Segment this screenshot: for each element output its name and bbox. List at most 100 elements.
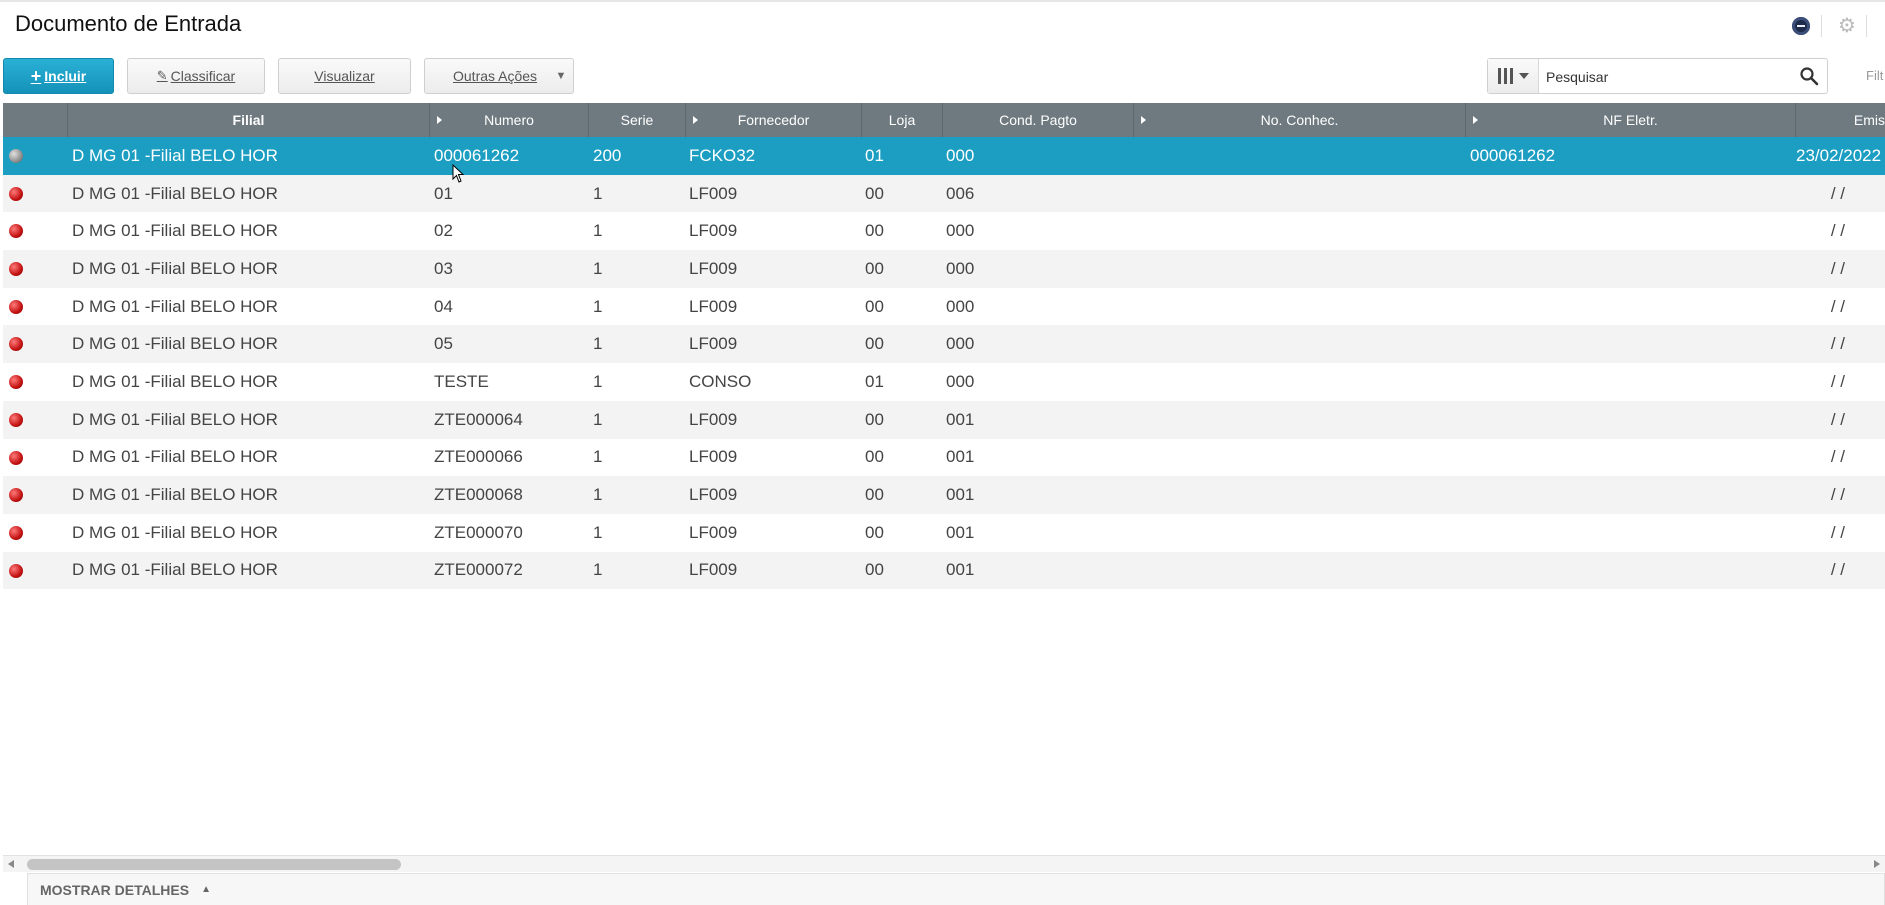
horizontal-scrollbar[interactable]: [3, 855, 1885, 872]
cell-nfe: [1470, 552, 1794, 590]
cell-conhec: [1138, 363, 1464, 401]
table-row[interactable]: D MG 01 -Filial BELO HOR 02 1 LF009 00 000/ /: [3, 212, 1885, 251]
table-row[interactable]: D MG 01 -Filial BELO HOR ZTE000068 1 LF009 0…: [3, 476, 1885, 514]
user-avatar-icon[interactable]: [1792, 17, 1810, 35]
status-legend-icon[interactable]: [9, 262, 23, 277]
columns-icon: [1497, 68, 1513, 84]
header-fornecedor[interactable]: Fornecedor: [686, 103, 862, 137]
cell-cond: 000: [946, 334, 975, 354]
expand-arrow-icon: [693, 116, 698, 124]
table-row[interactable]: D MG 01 -Filial BELO HOR 03 1 LF009 00 000/ /: [3, 250, 1885, 288]
table-row[interactable]: D MG 01 -Filial BELO HOR ZTE000070 1 LF009 0…: [3, 513, 1885, 552]
incluir-button[interactable]: + Incluir: [3, 58, 114, 94]
visualizar-button[interactable]: Visualizar: [278, 58, 411, 94]
cell-loja: 00: [865, 560, 884, 580]
header-cond-pagto[interactable]: Cond. Pagto: [943, 103, 1134, 137]
status-legend-icon[interactable]: [9, 412, 23, 427]
scroll-right-icon[interactable]: [1874, 860, 1880, 868]
cell-fornecedor: LF009: [689, 447, 738, 467]
cell-serie: 1: [593, 296, 603, 316]
cell-conhec: [1138, 288, 1464, 326]
cell-nfe: [1470, 476, 1794, 514]
search-icon[interactable]: [1799, 66, 1819, 86]
cell-numero: 03: [434, 258, 453, 278]
cell-filial: D MG 01 -Filial BELO HOR: [72, 145, 278, 165]
table-row[interactable]: D MG 01 -Filial BELO HOR 01 1 LF009 00 006/ /: [3, 174, 1885, 213]
cell-loja: 00: [865, 334, 884, 354]
cell-nfe: 000061262: [1470, 145, 1556, 165]
cell-filial: D MG 01 -Filial BELO HOR: [72, 296, 278, 316]
search-box: [1487, 58, 1828, 94]
show-details-toggle[interactable]: MOSTRAR DETALHES ▲: [27, 873, 1885, 905]
table-row[interactable]: D MG 01 -Filial BELO HOR 05 1 LF009 00 000/ /: [3, 325, 1885, 364]
header-loja[interactable]: Loja: [862, 103, 943, 137]
status-legend-icon[interactable]: [9, 299, 23, 314]
table-row[interactable]: D MG 01 -Filial BELO HOR 000061262 200 FCKO…: [3, 137, 1885, 175]
column-chooser-button[interactable]: [1488, 59, 1539, 93]
header-numero[interactable]: Numero: [430, 103, 589, 137]
cell-filial: D MG 01 -Filial BELO HOR: [72, 221, 278, 241]
cell-emis: / /: [1830, 409, 1845, 429]
cell-cond: 001: [946, 522, 975, 542]
caret-down-icon[interactable]: ▼: [549, 59, 573, 93]
visualizar-label: Visualizar: [314, 68, 375, 84]
status-legend-icon[interactable]: [9, 488, 23, 503]
header-status[interactable]: [3, 103, 68, 137]
search-input[interactable]: [1544, 64, 1788, 90]
cell-fornecedor: LF009: [689, 560, 738, 580]
header-emissao[interactable]: Emis: [1796, 103, 1885, 137]
cell-numero: ZTE000066: [434, 447, 523, 467]
scroll-left-icon[interactable]: [8, 860, 14, 868]
status-legend-icon[interactable]: [9, 224, 23, 239]
outras-acoes-button[interactable]: Outras Ações ▼: [424, 58, 574, 94]
header-nf-eletr[interactable]: NF Eletr.: [1466, 103, 1796, 137]
cell-cond: 001: [946, 409, 975, 429]
cell-emis: / /: [1830, 183, 1845, 203]
classificar-button[interactable]: ✎ Classificar: [127, 58, 265, 94]
cell-conhec: [1138, 476, 1464, 514]
cell-emis: / /: [1830, 560, 1845, 580]
status-legend-icon[interactable]: [9, 563, 23, 578]
cell-loja: 00: [865, 258, 884, 278]
status-legend-icon[interactable]: [9, 525, 23, 540]
table-row[interactable]: D MG 01 -Filial BELO HOR TESTE 1 CONSO 01 000…: [3, 363, 1885, 401]
status-legend-icon[interactable]: [9, 375, 23, 390]
header-serie[interactable]: Serie: [589, 103, 686, 137]
cell-filial: D MG 01 -Filial BELO HOR: [72, 334, 278, 354]
status-legend-icon[interactable]: [9, 186, 23, 201]
scrollbar-thumb[interactable]: [27, 859, 401, 870]
filter-label[interactable]: Filt: [1866, 68, 1883, 83]
header-label: No. Conhec.: [1260, 112, 1339, 128]
cell-serie: 1: [593, 560, 603, 580]
cell-conhec: [1138, 325, 1464, 363]
cell-nfe: [1470, 325, 1794, 363]
cell-emis: / /: [1830, 334, 1845, 354]
cell-serie: 1: [593, 258, 603, 278]
status-legend-icon[interactable]: [9, 337, 23, 352]
cell-filial: D MG 01 -Filial BELO HOR: [72, 409, 278, 429]
cell-nfe: [1470, 363, 1794, 401]
expand-arrow-icon: [437, 116, 442, 124]
cell-emis: / /: [1830, 221, 1845, 241]
table-row[interactable]: D MG 01 -Filial BELO HOR ZTE000072 1 LF009 0…: [3, 551, 1885, 590]
chevron-up-icon: ▲: [201, 884, 211, 895]
table-row[interactable]: D MG 01 -Filial BELO HOR 04 1 LF009 00 000/ /: [3, 287, 1885, 326]
cell-serie: 1: [593, 409, 603, 429]
cell-cond: 000: [946, 371, 975, 391]
cell-emis: / /: [1830, 522, 1845, 542]
status-legend-icon[interactable]: [9, 149, 23, 163]
table-row[interactable]: D MG 01 -Filial BELO HOR ZTE000066 1 LF009 0…: [3, 438, 1885, 477]
cell-fornecedor: LF009: [689, 522, 738, 542]
cell-loja: 00: [865, 409, 884, 429]
header-no-conhec[interactable]: No. Conhec.: [1134, 103, 1466, 137]
outras-acoes-label: Outras Ações: [453, 68, 538, 84]
gear-icon[interactable]: ⚙: [1838, 15, 1856, 37]
status-legend-icon[interactable]: [9, 450, 23, 465]
cell-emis: / /: [1830, 447, 1845, 467]
header-label: Cond. Pagto: [999, 112, 1077, 128]
header-label: Emis: [1853, 112, 1885, 128]
cell-numero: ZTE000064: [434, 409, 523, 429]
table-row[interactable]: D MG 01 -Filial BELO HOR ZTE000064 1 LF009 0…: [3, 400, 1885, 439]
grid-header: Filial Numero Serie Fornecedor Loja Cond…: [3, 103, 1885, 137]
header-filial[interactable]: Filial: [68, 103, 430, 137]
